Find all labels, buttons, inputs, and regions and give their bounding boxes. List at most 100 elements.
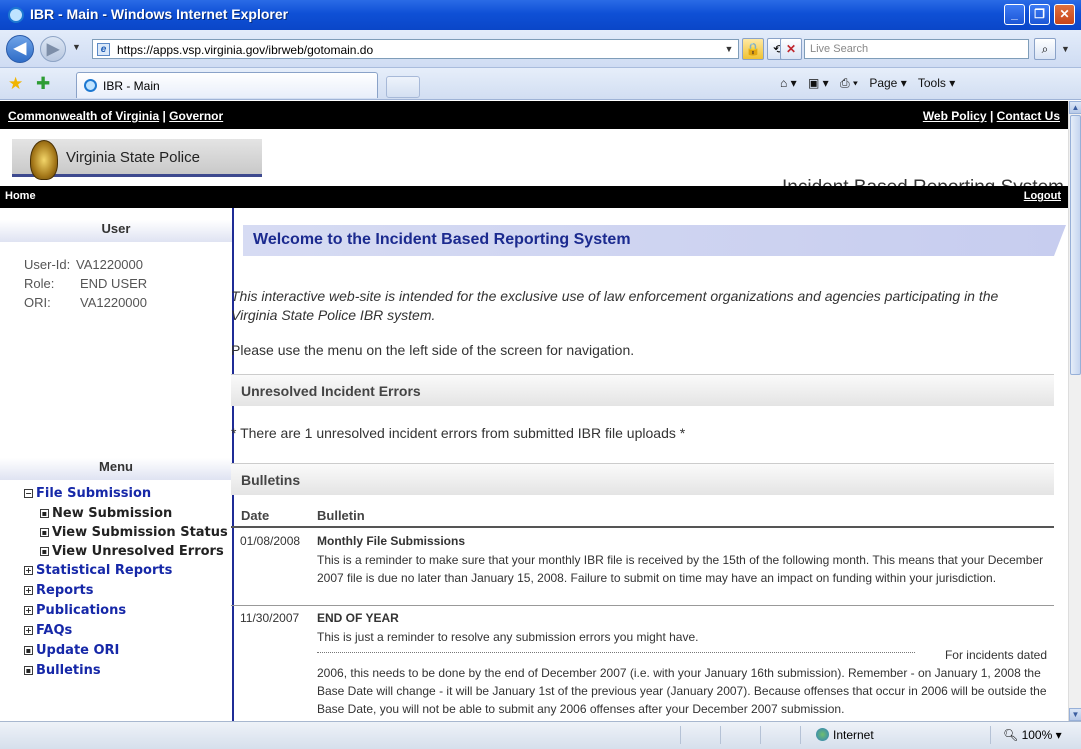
menu-item-new-submission[interactable]: ▪ New Submission — [40, 504, 228, 523]
search-input[interactable]: Live Search — [804, 39, 1029, 59]
menu-item-statistical-reports[interactable]: + Statistical Reports — [24, 561, 228, 581]
user-id-label: User-Id: — [24, 257, 71, 272]
menu-item-label: Update ORI — [36, 643, 120, 658]
bulletin-body-line-1: This is just a reminder to resolve any s… — [317, 630, 699, 644]
dotted-separator — [317, 652, 915, 653]
link-separator-right: | — [989, 109, 994, 123]
top-right-links: Web Policy | Contact Us — [923, 109, 1060, 123]
bulletin-body: This is just a reminder to resolve any s… — [317, 628, 1047, 718]
home-icon[interactable]: ⌂ ▾ — [780, 76, 797, 90]
stop-button[interactable]: ✕ — [780, 38, 802, 60]
tools-menu[interactable]: Tools ▾ — [918, 76, 955, 90]
menu-item-label: Bulletins — [36, 663, 101, 678]
forward-button[interactable]: ▶ — [40, 36, 66, 62]
new-tab-button[interactable] — [386, 76, 420, 98]
web-policy-link[interactable]: Web Policy — [923, 109, 987, 123]
print-icon[interactable]: ⎙ ▾ — [840, 76, 858, 90]
table-row: 11/30/2007 END OF YEAR This is just a re… — [231, 607, 1054, 721]
menu-item-view-submission-status[interactable]: ▪ View Submission Status — [40, 523, 228, 542]
menu-item-update-ori[interactable]: ▪ Update ORI — [24, 641, 228, 661]
sidebar: User User-Id: VA1220000 Role: END USER O… — [0, 208, 234, 721]
page-menu[interactable]: Page ▾ — [869, 76, 906, 90]
errors-message: * There are 1 unresolved incident errors… — [231, 425, 686, 441]
security-zone[interactable]: Internet — [816, 728, 874, 742]
bulletin-column-header: Bulletin — [317, 508, 365, 523]
bullet-icon: ▪ — [40, 547, 49, 556]
menu-item-label: View Submission Status — [52, 525, 228, 540]
menu-item-label: View Unresolved Errors — [52, 544, 224, 559]
status-divider — [800, 726, 801, 744]
vertical-scrollbar[interactable]: ▲ ▼ — [1068, 101, 1081, 721]
scroll-down-icon[interactable]: ▼ — [1069, 708, 1081, 721]
collapse-icon[interactable]: − — [24, 489, 33, 498]
welcome-banner: Welcome to the Incident Based Reporting … — [243, 225, 1066, 256]
top-link-strip: Commonwealth of Virginia | Governor Web … — [0, 101, 1068, 129]
bulletin-body: This is a reminder to make sure that you… — [317, 553, 1044, 585]
search-icon[interactable]: ⌕ — [1034, 38, 1056, 60]
bulletins-table-header: Date Bulletin — [231, 504, 1054, 528]
search-dropdown-icon[interactable]: ▼ — [1061, 44, 1070, 54]
address-field[interactable]: e https://apps.vsp.virginia.gov/ibrweb/g… — [92, 39, 739, 59]
lock-icon[interactable]: 🔒 — [742, 38, 764, 60]
governor-link[interactable]: Governor — [169, 109, 223, 123]
maximize-button[interactable]: ❐ — [1029, 4, 1050, 25]
menu-item-label: Publications — [36, 603, 127, 618]
favorites-star-icon[interactable]: ★ — [8, 74, 23, 94]
close-button[interactable]: ✕ — [1054, 4, 1075, 25]
intro-line-1: This interactive web-site is intended fo… — [231, 288, 999, 304]
home-link[interactable]: Home — [5, 190, 36, 202]
expand-icon[interactable]: + — [24, 586, 33, 595]
expand-icon[interactable]: + — [24, 606, 33, 615]
banner-tab-corner — [1054, 225, 1066, 256]
menu-item-publications[interactable]: + Publications — [24, 601, 228, 621]
add-favorites-icon[interactable]: ✚ — [36, 74, 50, 94]
scroll-up-icon[interactable]: ▲ — [1069, 101, 1081, 114]
zoom-level: 100% — [1021, 728, 1053, 742]
bulletins-section-header: Bulletins — [231, 463, 1054, 495]
back-button[interactable]: ◀ — [6, 35, 34, 63]
commonwealth-link[interactable]: Commonwealth of Virginia — [8, 109, 159, 123]
tab-bar: ★ ✚ IBR - Main ⌂ ▾ ▣ ▾ ⎙ ▾ Page ▾ Tools … — [0, 68, 1081, 100]
tab-ibr-main[interactable]: IBR - Main — [76, 72, 378, 98]
zoom-icon: 🔍︎ — [1003, 728, 1022, 742]
errors-heading: Unresolved Incident Errors — [241, 383, 421, 399]
errors-section-header: Unresolved Incident Errors — [231, 374, 1054, 406]
address-dropdown-icon[interactable]: ▼ — [722, 42, 736, 56]
page-icon: e — [97, 43, 110, 56]
url-text[interactable]: https://apps.vsp.virginia.gov/ibrweb/got… — [117, 43, 373, 57]
menu-item-bulletins[interactable]: ▪ Bulletins — [24, 661, 228, 681]
menu-item-faqs[interactable]: + FAQs — [24, 621, 228, 641]
date-column-header: Date — [241, 508, 270, 523]
intro-text: This interactive web-site is intended fo… — [231, 287, 1053, 325]
bullet-icon: ▪ — [24, 666, 33, 675]
bullet-icon: ▪ — [24, 646, 33, 655]
bulletin-date: 01/08/2008 — [240, 534, 301, 548]
expand-icon[interactable]: + — [24, 566, 33, 575]
ori-value: VA1220000 — [80, 295, 147, 310]
navigation-hint: Please use the menu on the left side of … — [231, 342, 635, 358]
menu-item-label: Statistical Reports — [36, 563, 173, 578]
welcome-title: Welcome to the Incident Based Reporting … — [253, 231, 631, 248]
expand-icon[interactable]: + — [24, 626, 33, 635]
scroll-thumb[interactable] — [1070, 115, 1081, 375]
status-divider — [680, 726, 681, 744]
contact-us-link[interactable]: Contact Us — [997, 109, 1060, 123]
browser-window: { "window": { "title": "IBR - Main - Win… — [0, 0, 1081, 749]
ori-label: ORI: — [24, 295, 51, 310]
zoom-control[interactable]: 🔍︎ 100% ▾ — [1003, 728, 1062, 742]
nav-strip: Home Logout — [0, 186, 1068, 208]
menu-item-file-submission[interactable]: − File Submission — [24, 484, 228, 504]
recent-pages-dropdown[interactable]: ▼ — [72, 42, 81, 52]
bulletin-body-line-3: 2006, this needs to be done by the end o… — [317, 666, 1047, 716]
top-left-links: Commonwealth of Virginia | Governor — [8, 109, 223, 123]
user-id-value: VA1220000 — [76, 257, 143, 272]
tab-label: IBR - Main — [103, 79, 160, 93]
role-label: Role: — [24, 276, 55, 291]
menu-item-reports[interactable]: + Reports — [24, 581, 228, 601]
title-bar: IBR - Main - Windows Internet Explorer _… — [0, 0, 1081, 30]
feeds-icon[interactable]: ▣ ▾ — [808, 76, 829, 90]
minimize-button[interactable]: _ — [1004, 4, 1025, 25]
menu-item-view-unresolved-errors[interactable]: ▪ View Unresolved Errors — [40, 542, 228, 561]
menu-item-label: Reports — [36, 583, 94, 598]
logout-link[interactable]: Logout — [1024, 190, 1061, 202]
